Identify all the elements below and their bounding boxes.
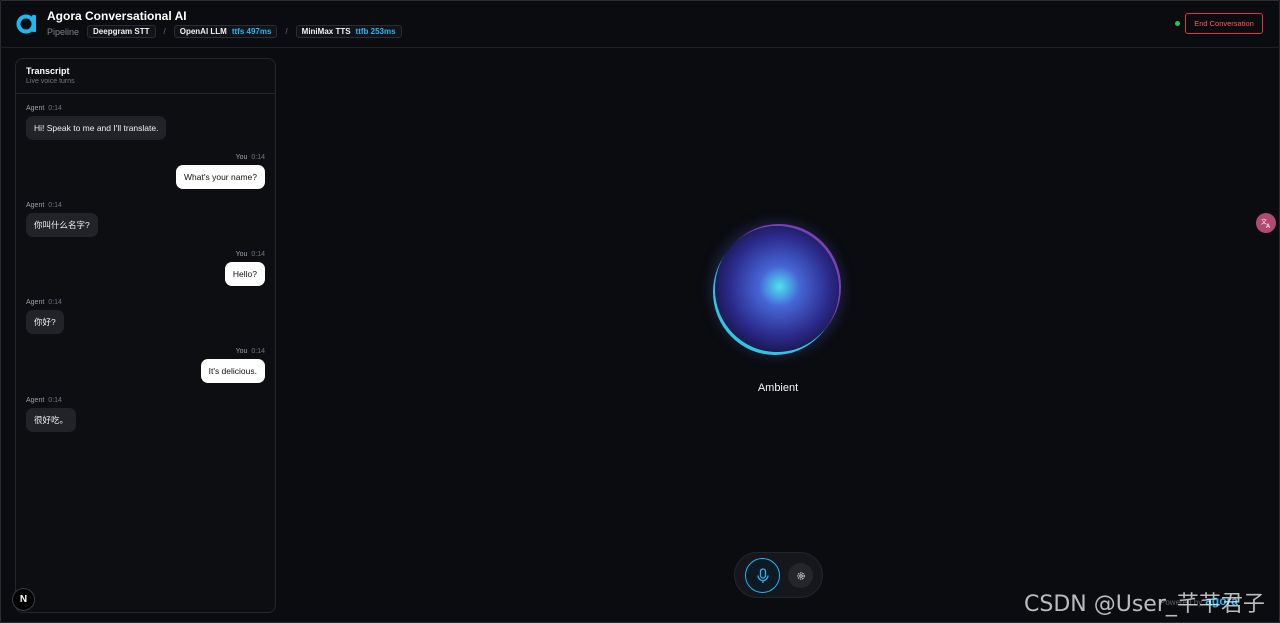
speaker-name: You [235,251,248,258]
tts-chip: MiniMax TTS ttfb 253ms [295,25,402,38]
transcript-message: You 0:14 It's delicious. [200,348,265,384]
message-bubble: What's your name? [176,165,265,190]
speaker-name: Agent [26,299,45,306]
transcript-message: Agent 0:14 Hi! Speak to me and I'll trans… [26,105,167,141]
end-conversation-button[interactable]: End Conversation [1185,13,1263,34]
transcript-title: Transcript [26,66,70,76]
tts-name: MiniMax TTS [301,27,351,36]
message-time: 0:14 [251,348,265,355]
message-time: 0:14 [48,202,62,209]
message-meta: Agent 0:14 [26,397,76,404]
message-time: 0:14 [251,251,265,258]
speaker-name: You [235,154,248,161]
svg-text:A: A [1266,223,1271,229]
message-meta: Agent 0:14 [26,202,98,209]
message-bubble: It's delicious. [200,359,265,384]
message-bubble: Hi! Speak to me and I'll translate. [26,116,167,141]
stt-chip: Deepgram STT [87,25,156,38]
agora-logo-icon [16,14,36,34]
speaker-name: Agent [26,105,45,112]
pipeline-bar: Pipeline Deepgram STT / OpenAI LLM ttfs … [47,25,402,38]
stt-name: Deepgram STT [93,27,150,36]
message-time: 0:14 [251,154,265,161]
message-bubble: 你叫什么名字? [26,213,98,238]
llm-chip: OpenAI LLM ttfs 497ms [173,25,278,38]
microphone-icon [756,567,769,583]
header: Agora Conversational AI Pipeline Deepgra… [0,0,1280,48]
transcript-header: Transcript Live voice turns [16,59,275,94]
speaker-name: Agent [26,202,45,209]
app-title: Agora Conversational AI [47,9,187,23]
csdn-watermark: CSDN @User_芊芊君子 [1024,592,1265,617]
voice-orb-visual [715,226,839,352]
message-time: 0:14 [48,397,62,404]
translate-glyph-icon: 文 A [1261,218,1271,229]
transcript-message: Agent 0:14 很好吃。 [26,397,77,433]
transcript-message: Agent 0:14 你叫什么名字? [26,202,98,238]
message-bubble: 你好? [26,310,64,335]
nextjs-dev-badge[interactable]: N [12,588,35,611]
message-meta: You 0:14 [176,154,265,161]
separator: / [163,27,166,36]
llm-latency: ttfs 497ms [231,27,272,36]
gear-icon [796,571,805,580]
message-time: 0:14 [48,105,62,112]
message-time: 0:14 [48,299,62,306]
tts-latency: ttfb 253ms [355,27,396,36]
message-meta: You 0:14 [225,251,265,258]
transcript-panel: Transcript Live voice turns Agent 0:14 Hi… [15,58,276,613]
message-meta: Agent 0:14 [26,105,166,112]
transcript-message: You 0:14 Hello? [224,251,265,287]
message-meta: Agent 0:14 [26,299,64,306]
message-meta: You 0:14 [201,348,265,355]
message-bubble: 很好吃。 [26,408,77,433]
message-bubble: Hello? [224,262,265,287]
transcript-message: Agent 0:14 你好? [26,299,64,335]
call-controls [734,552,823,598]
transcript-subtitle: Live voice turns [26,78,75,85]
microphone-button[interactable] [745,558,780,593]
orb-state-label: Ambient [757,382,799,394]
transcript-message: You 0:14 What's your name? [176,154,265,190]
llm-name: OpenAI LLM [179,27,227,36]
voice-orb [715,226,839,352]
speaker-name: Agent [26,397,45,404]
translate-icon[interactable]: 文 A [1256,213,1276,233]
separator: / [285,27,288,36]
connection-status-dot [1175,21,1180,26]
pipeline-label: Pipeline [47,26,80,37]
settings-button[interactable] [788,563,813,588]
speaker-name: You [235,348,248,355]
